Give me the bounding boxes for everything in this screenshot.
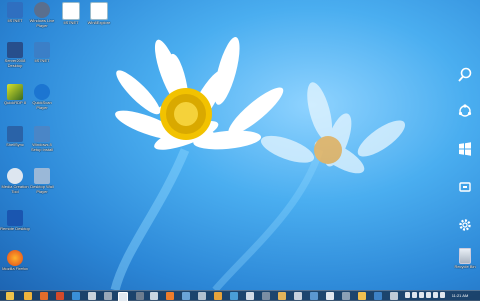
app-icon — [34, 126, 50, 142]
app-icon — [7, 84, 23, 100]
recycle-bin[interactable]: Recycle Bin — [450, 248, 480, 269]
search-icon — [458, 67, 472, 82]
app-icon — [7, 210, 23, 226]
app-icon[interactable] — [310, 292, 318, 300]
desktop-icon[interactable]: IIS7NET — [0, 2, 30, 23]
start-icon — [459, 142, 471, 156]
volume-icon[interactable] — [433, 292, 438, 298]
desktop-icon[interactable]: Media Creation Tool — [0, 168, 30, 194]
desktop-icon[interactable]: IIS7NET — [56, 2, 86, 25]
app-icon[interactable] — [278, 292, 286, 300]
share-icon — [458, 104, 472, 117]
app-icon[interactable] — [166, 292, 174, 300]
desktop-icon-label: Mozilla Firefox — [2, 266, 28, 271]
charm-share[interactable] — [454, 100, 476, 122]
charm-start[interactable] — [454, 138, 476, 160]
gear-icon — [34, 2, 50, 18]
app-icon[interactable] — [198, 292, 206, 300]
charm-search[interactable] — [454, 64, 476, 86]
desktop-icon[interactable]: Win8Explore — [84, 2, 114, 25]
desktop-icon-label: Windows Live Player — [29, 18, 55, 28]
desktop-icon[interactable]: QuickScan Player — [27, 84, 57, 110]
app-icon — [34, 84, 50, 100]
desktop-icon-label: IIS7NET — [34, 58, 50, 63]
recycle-bin-label: Recycle Bin — [454, 264, 476, 269]
server-icon — [7, 42, 23, 58]
app-icon[interactable] — [40, 292, 48, 300]
app-icon[interactable] — [136, 292, 144, 300]
desktop-icon[interactable]: Mozilla Firefox — [0, 250, 30, 271]
tray-icon[interactable] — [412, 292, 417, 298]
folder-icon[interactable] — [24, 292, 32, 300]
devices-icon — [459, 182, 471, 192]
desktop-icon-label: QuickRDP 8 — [4, 100, 26, 105]
app-icon[interactable] — [56, 292, 64, 300]
desktop-icon[interactable]: Server2008 Desktop — [0, 42, 30, 68]
taskbar: 11:21 AM — [0, 290, 480, 302]
app-icon[interactable] — [150, 292, 158, 300]
app-icon — [7, 168, 23, 184]
desktop-icon-label: Win8Explore — [87, 20, 111, 25]
desktop-icon-label: QuickScan Player — [32, 100, 52, 110]
desktop-icon-label: Remote Desktop — [0, 226, 30, 231]
app-icon — [34, 168, 50, 184]
firefox-icon — [7, 250, 23, 266]
settings-icon — [459, 219, 471, 231]
app-icon — [7, 126, 23, 142]
app-icon[interactable] — [214, 292, 222, 300]
taskbar-clock[interactable]: 11:21 AM — [446, 292, 474, 299]
charm-devices[interactable] — [454, 176, 476, 198]
desktop-icon[interactable]: QuickRDP 8 — [0, 84, 30, 105]
app-icon[interactable] — [358, 292, 366, 300]
desktop-icon[interactable]: Windows 8 Setup Install — [27, 126, 57, 152]
app-icon[interactable] — [118, 292, 128, 302]
app-icon[interactable] — [88, 292, 96, 300]
desktop-icon-label: Desktop Wall Player — [30, 184, 54, 194]
flag-icon[interactable] — [440, 292, 445, 298]
desktop-icon-label: ShellSync — [6, 142, 24, 147]
desktop-icon[interactable]: Remote Desktop — [0, 210, 30, 231]
recycle-bin-icon — [459, 248, 471, 264]
file-explorer-icon[interactable] — [6, 292, 14, 300]
ie-icon — [90, 2, 108, 20]
desktop-icon-label: Windows 8 Setup Install — [30, 142, 53, 152]
app-icon[interactable] — [230, 292, 238, 300]
app-icon[interactable] — [342, 292, 350, 300]
desktop-icon-label: IIS7NET — [63, 20, 79, 25]
computer-icon — [7, 2, 23, 18]
desktop-icon-label: Server2008 Desktop — [4, 58, 26, 68]
app-icon[interactable] — [104, 292, 112, 300]
desktop-icons: IIS7NET Windows Live Player IIS7NET Win8… — [0, 0, 480, 290]
desktop-icon[interactable]: Windows Live Player — [27, 2, 57, 28]
desktop: IIS7NET Windows Live Player IIS7NET Win8… — [0, 0, 480, 300]
app-icon[interactable] — [390, 292, 398, 300]
network-icon[interactable] — [426, 292, 431, 298]
app-icon — [34, 42, 50, 58]
app-icon[interactable] — [294, 292, 302, 300]
desktop-icon-label: IIS7NET — [7, 18, 23, 23]
ie-icon — [62, 2, 80, 20]
app-icon[interactable] — [246, 292, 254, 300]
desktop-icon-label: Media Creation Tool — [1, 184, 29, 194]
desktop-icon[interactable]: Desktop Wall Player — [27, 168, 57, 194]
app-icon[interactable] — [182, 292, 190, 300]
app-icon[interactable] — [72, 292, 80, 300]
desktop-icon[interactable]: ShellSync — [0, 126, 30, 147]
charm-settings[interactable] — [454, 214, 476, 236]
desktop-icon[interactable]: IIS7NET — [27, 42, 57, 63]
tray-icon[interactable] — [419, 292, 424, 298]
app-icon[interactable] — [326, 292, 334, 300]
tray-chevron-icon[interactable] — [405, 292, 410, 298]
app-icon[interactable] — [374, 292, 382, 300]
app-icon[interactable] — [262, 292, 270, 300]
